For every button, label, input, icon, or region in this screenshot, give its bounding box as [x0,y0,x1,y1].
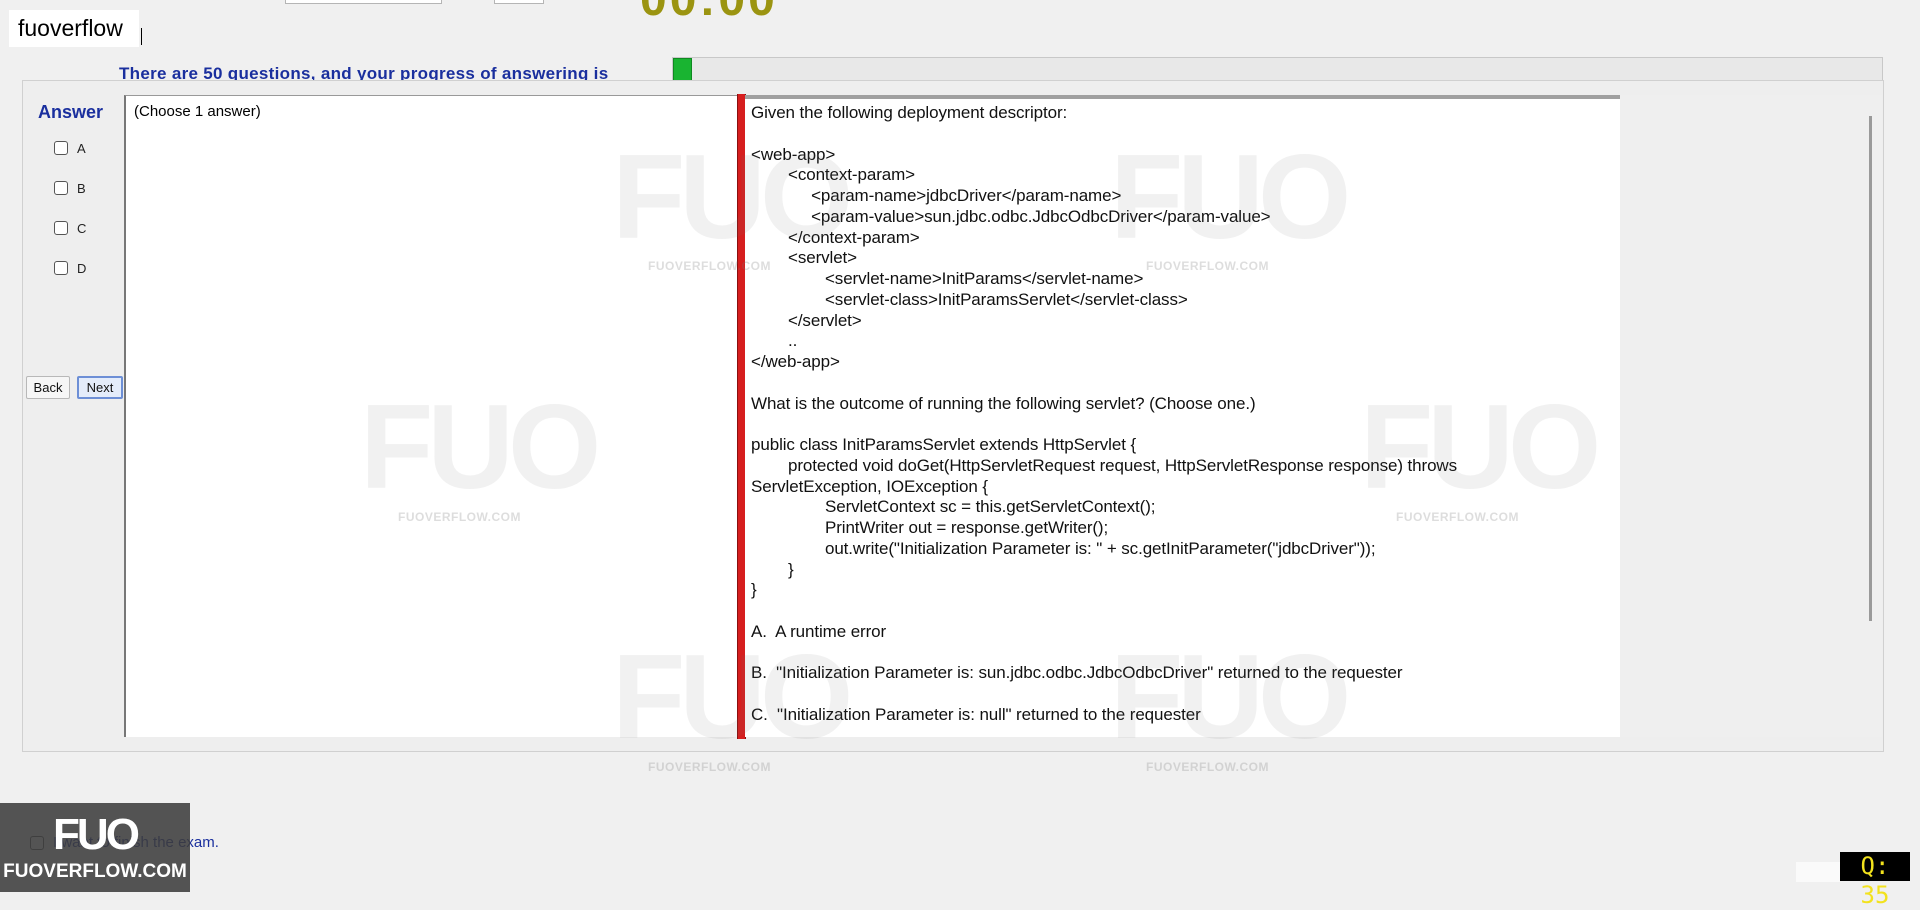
question-line: } [751,559,794,579]
option-c-checkbox[interactable] [54,221,68,235]
vertical-scrollbar[interactable] [1869,116,1872,621]
question-line: out.write("Initialization Parameter is: … [751,538,1376,558]
timer: 00:00 [640,0,778,27]
fuoverflow-logo: FUO FUOVERFLOW.COM [0,803,190,892]
question-line: <context-param> [751,165,915,185]
option-a-checkbox[interactable] [54,141,68,155]
question-line: ServletException, IOException { [751,476,988,496]
question-line: ServletContext sc = this.getServletConte… [751,497,1156,517]
option-d-checkbox[interactable] [54,261,68,275]
question-line: <param-value>sun.jdbc.odbc.JdbcOdbcDrive… [751,206,1271,226]
question-number-badge: Q: 35 [1840,852,1910,909]
option-c-label: C [77,220,87,236]
text-cursor [141,28,142,45]
question-line: </servlet> [751,310,862,330]
option-d-label: D [77,260,87,276]
question-line: protected void doGet(HttpServletRequest … [751,455,1457,475]
watermark-site: FUOVERFLOW.COM [648,760,771,774]
option-a[interactable]: A [54,138,86,158]
question-line: <servlet-name>InitParams</servlet-name> [751,269,1144,288]
question-line: } [751,580,757,600]
question-line: </web-app> [751,352,840,371]
question-line: <web-app> [751,144,836,164]
top-field-right [494,0,544,4]
question-line: Given the following deployment descripto… [751,103,1068,122]
option-b-checkbox[interactable] [54,181,68,195]
question-line: public class InitParamsServlet extends H… [751,435,1137,454]
logo-text: FUOVERFLOW.COM [3,860,187,882]
answer-text-area[interactable] [124,95,739,737]
option-b-label: B [77,180,86,196]
question-line: <servlet-class>InitParamsServlet</servle… [751,289,1188,309]
top-field-left [285,0,442,4]
question-line: C. "Initialization Parameter is: null" r… [751,704,1201,724]
option-b[interactable]: B [54,178,86,198]
question-line: What is the outcome of running the follo… [751,393,1256,413]
question-line: .. [751,331,798,351]
question-content: Given the following deployment descripto… [745,95,1620,737]
answer-title: Answer [38,102,104,122]
question-line: PrintWriter out = response.getWriter(); [751,518,1109,537]
question-line: B. "Initialization Parameter is: sun.jdb… [751,663,1403,683]
brand-label: fuoverflow [9,10,139,47]
question-line: <servlet> [751,248,858,268]
question-number-backdrop [1796,862,1840,882]
question-line: <param-name>jdbcDriver</param-name> [751,186,1122,205]
option-c[interactable]: C [54,218,86,238]
question-right-margin [1620,95,1882,737]
choose-hint: (Choose 1 answer) [134,103,261,120]
next-button[interactable]: Next [77,376,123,399]
logo-mark: FUO [53,809,140,859]
option-d[interactable]: D [54,258,86,278]
watermark-site: FUOVERFLOW.COM [1146,760,1269,774]
question-line: A. A runtime error [751,621,887,641]
back-button[interactable]: Back [26,376,70,399]
option-a-label: A [77,140,86,156]
question-line: </context-param> [751,227,920,247]
